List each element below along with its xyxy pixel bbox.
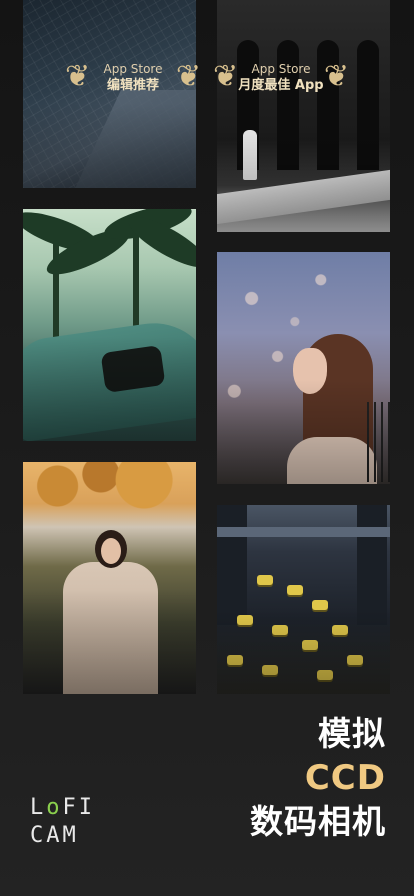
award-badge-editors-choice: ❦ ❦ App Store 编辑推荐 <box>63 56 203 100</box>
tagline-line-3: 数码相机 <box>250 802 386 841</box>
logo-row-2: CAM <box>30 823 79 848</box>
laurel-left-icon: ❦ <box>213 59 239 94</box>
photo-blossom-girl <box>217 252 390 484</box>
photo-convertible-palms <box>23 209 196 441</box>
tagline: 模拟 CCD 数码相机 <box>250 712 386 844</box>
tagline-line-1: 模拟 <box>318 714 386 753</box>
laurel-left-icon: ❦ <box>65 59 91 94</box>
tagline-line-ccd: CCD <box>304 758 386 798</box>
award-badge-app-of-month: ❦ ❦ App Store 月度最佳 App <box>211 56 351 100</box>
lofi-cam-logo: LoFI CAM <box>30 794 100 850</box>
photo-arcade-bw <box>217 0 390 232</box>
photo-autumn-woman <box>23 462 196 694</box>
photo-taxi-traffic <box>217 505 390 694</box>
laurel-right-icon: ❦ <box>175 59 201 94</box>
laurel-right-icon: ❦ <box>323 59 349 94</box>
logo-row-1: LoFI <box>30 795 95 820</box>
